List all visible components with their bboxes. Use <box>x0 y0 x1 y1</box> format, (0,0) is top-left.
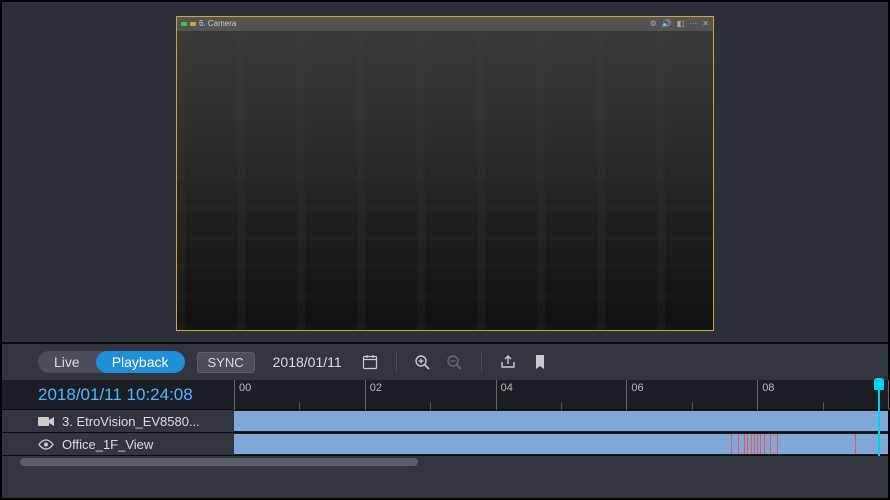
clip[interactable] <box>234 411 888 431</box>
more-icon[interactable]: ⋯ <box>689 19 697 28</box>
track-name: Office_1F_View <box>62 437 153 452</box>
track-label[interactable]: 3. EtroVision_EV8580... <box>2 410 234 432</box>
status-led-yellow <box>190 22 196 26</box>
timeline-header: 2018/01/11 10:24:08 00 02 04 06 08 10 <box>2 380 888 410</box>
tick-major: 02 <box>365 380 366 410</box>
event-mark <box>764 434 765 454</box>
event-mark <box>747 434 748 454</box>
video-controls: ⚙ 🔊 ◧ ⋯ ✕ <box>650 19 709 28</box>
track-name: 3. EtroVision_EV8580... <box>62 414 200 429</box>
playhead[interactable] <box>878 380 880 456</box>
divider <box>481 352 482 372</box>
zoom-out-icon <box>445 352 465 372</box>
status-led-green <box>181 22 187 26</box>
tick-minor <box>692 402 693 410</box>
timeline: 2018/01/11 10:24:08 00 02 04 06 08 10 3. Etro… <box>2 380 888 468</box>
clip[interactable] <box>234 434 888 454</box>
sync-button[interactable]: SYNC <box>197 352 255 373</box>
tick-major: 08 <box>757 380 758 410</box>
calendar-icon[interactable] <box>360 352 380 372</box>
tracks-container: 3. EtroVision_EV8580... Office_1F_View <box>2 410 888 456</box>
tick-major: 00 <box>234 380 235 410</box>
playback-button[interactable]: Playback <box>96 351 185 373</box>
date-display: 2018/01/11 <box>267 354 348 370</box>
tick-major: 10 <box>888 380 889 410</box>
tick-minor <box>430 402 431 410</box>
timeline-ruler[interactable]: 00 02 04 06 08 10 <box>234 380 888 410</box>
track-row: Office_1F_View <box>2 433 888 456</box>
scrollbar-thumb[interactable] <box>20 458 419 466</box>
live-button[interactable]: Live <box>38 351 96 373</box>
bottom-panel: Live Playback SYNC 2018/01/11 <box>2 344 888 498</box>
scrollbar-track[interactable] <box>2 456 888 468</box>
bookmark-small-icon[interactable]: ◧ <box>677 19 685 28</box>
tick-minor <box>823 402 824 410</box>
video-title: 6. Camera <box>199 19 236 28</box>
tick-major: 06 <box>626 380 627 410</box>
event-mark <box>777 434 778 454</box>
event-mark <box>744 434 745 454</box>
settings-icon[interactable]: ⚙ <box>650 19 657 28</box>
event-mark <box>855 434 856 454</box>
event-mark <box>751 434 752 454</box>
video-tile[interactable]: 6. Camera ⚙ 🔊 ◧ ⋯ ✕ <box>176 16 714 331</box>
video-viewport: 6. Camera ⚙ 🔊 ◧ ⋯ ✕ <box>2 2 888 342</box>
track-row: 3. EtroVision_EV8580... <box>2 410 888 433</box>
video-content <box>177 31 713 330</box>
mode-toggle: Live Playback <box>38 351 185 373</box>
bookmark-icon[interactable] <box>530 352 550 372</box>
event-mark <box>738 434 739 454</box>
track-lane[interactable] <box>234 410 888 432</box>
event-mark <box>754 434 755 454</box>
close-icon[interactable]: ✕ <box>702 19 709 28</box>
camera-icon <box>38 416 54 427</box>
zoom-in-icon[interactable] <box>413 352 433 372</box>
track-label[interactable]: Office_1F_View <box>2 433 234 455</box>
event-mark <box>757 434 758 454</box>
timestamp-label: 2018/01/11 10:24:08 <box>2 380 234 410</box>
event-mark <box>760 434 761 454</box>
event-mark <box>770 434 771 454</box>
playhead-handle[interactable] <box>874 378 884 390</box>
event-mark <box>731 434 732 454</box>
divider <box>396 352 397 372</box>
export-icon[interactable] <box>498 352 518 372</box>
eye-icon <box>38 439 54 450</box>
app-container: 6. Camera ⚙ 🔊 ◧ ⋯ ✕ Live Playback SYNC 2… <box>0 0 890 500</box>
video-title-group: 6. Camera <box>181 19 236 28</box>
volume-icon[interactable]: 🔊 <box>662 19 672 28</box>
video-header: 6. Camera ⚙ 🔊 ◧ ⋯ ✕ <box>177 17 713 31</box>
tick-minor <box>299 402 300 410</box>
tick-major: 04 <box>496 380 497 410</box>
track-lane[interactable] <box>234 433 888 455</box>
toolbar: Live Playback SYNC 2018/01/11 <box>2 344 888 380</box>
tick-minor <box>561 402 562 410</box>
